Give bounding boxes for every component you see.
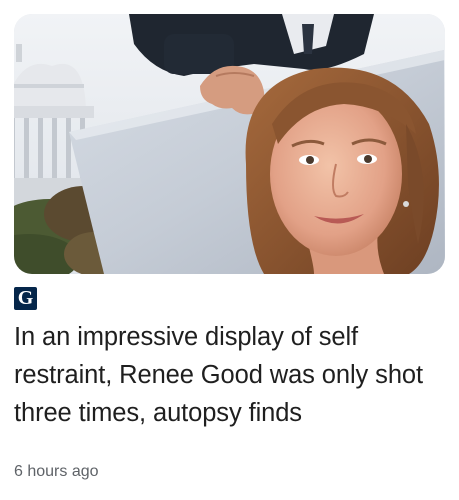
source-logo[interactable]: G xyxy=(14,287,37,310)
article-timestamp: 6 hours ago xyxy=(14,463,99,480)
news-card[interactable]: G In an impressive display of self restr… xyxy=(0,0,459,500)
thumbnail-photo xyxy=(14,14,445,274)
article-thumbnail[interactable] xyxy=(14,14,445,274)
article-headline[interactable]: In an impressive display of self restrai… xyxy=(14,318,446,432)
